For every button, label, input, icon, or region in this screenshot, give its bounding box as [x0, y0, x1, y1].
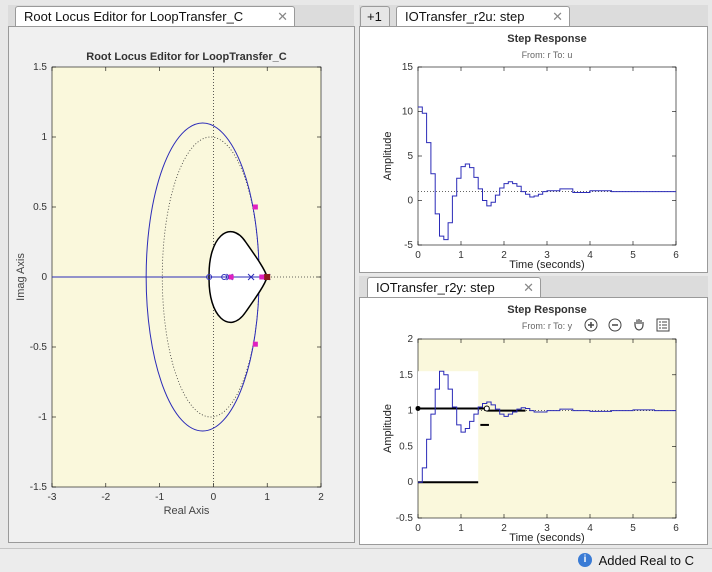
x-tick-label: 1: [264, 492, 270, 503]
closed-loop-pole-marker: [228, 274, 234, 280]
y-tick-label: 0: [407, 477, 413, 488]
chart-title: Root Locus Editor for LoopTransfer_C: [86, 51, 287, 63]
step-response-r2y-panel: Step Response From: r To: y 0 1 2 3 4 5 6 2 1.5 1 0.…: [359, 297, 708, 545]
x-tick-label: -3: [48, 492, 57, 503]
y-tick-label: 2: [407, 334, 413, 345]
x-tick-label: 1: [458, 523, 464, 534]
root-locus-chart[interactable]: Root Locus Editor for LoopTransfer_C -3 -2…: [9, 27, 354, 542]
x-tick-label: 1: [458, 250, 464, 261]
y-tick-label: 1: [407, 406, 413, 417]
chart-title: Step Response: [507, 304, 586, 316]
integrator-marker: [264, 274, 271, 280]
close-icon[interactable]: ✕: [552, 7, 563, 26]
y-tick-label: 0: [407, 196, 413, 207]
requirement-handle: [415, 405, 421, 411]
zoom-in-icon[interactable]: [584, 318, 598, 332]
tab-overflow-button[interactable]: +1: [360, 6, 390, 26]
overflow-label: +1: [367, 9, 382, 24]
x-tick-label: 5: [630, 523, 636, 534]
x-tick-label: 2: [501, 250, 507, 261]
chart-subtitle: From: r To: u: [522, 50, 573, 60]
y-tick-label: 0.5: [399, 441, 413, 452]
x-tick-label: -2: [101, 492, 110, 503]
closed-loop-pole-marker: [252, 341, 258, 347]
tab-iotransfer-r2y[interactable]: IOTransfer_r2y: step ✕: [367, 277, 541, 297]
y-tick-label: 5: [407, 151, 413, 162]
status-bar: i Added Real to C: [0, 548, 712, 572]
x-tick-label: -1: [155, 492, 164, 503]
root-locus-panel: Root Locus Editor for LoopTransfer_C -3 -2…: [8, 26, 355, 543]
tab-label: Root Locus Editor for LoopTransfer_C: [24, 9, 244, 24]
step-response-r2u-panel: Step Response From: r To: u 0 1 2 3 4 5 6 15 10 5 0-…: [359, 26, 708, 273]
x-tick-label: 4: [587, 250, 593, 261]
y-axis-label: Amplitude: [382, 132, 394, 181]
x-tick-label: 0: [415, 523, 421, 534]
step-response-r2y-chart[interactable]: Step ResponseFrom: r To: y0 1 2 3 4 5 621.510.…: [360, 298, 707, 544]
zoom-out-icon[interactable]: [608, 318, 622, 332]
x-tick-label: 6: [673, 250, 679, 261]
status-message: Added Real to C: [598, 553, 694, 568]
pan-hand-icon[interactable]: [632, 317, 646, 331]
close-icon[interactable]: ✕: [277, 7, 288, 26]
chart-subtitle: From: r To: y: [522, 321, 573, 331]
y-tick-label: -0.5: [396, 513, 414, 524]
y-tick-label: -1: [38, 412, 47, 423]
x-tick-label: 0: [415, 250, 421, 261]
x-axis-label: Real Axis: [164, 505, 210, 517]
x-axis-label: Time (seconds): [509, 532, 584, 544]
plot-area: [417, 66, 677, 246]
x-tick-label: 4: [587, 523, 593, 534]
tab-label: IOTransfer_r2u: step: [405, 9, 525, 24]
y-tick-label: 1: [41, 132, 47, 143]
y-axis-label: Imag Axis: [15, 253, 27, 301]
y-tick-label: 10: [402, 107, 414, 118]
y-tick-label: -0.5: [30, 342, 48, 353]
tab-label: IOTransfer_r2y: step: [376, 280, 495, 295]
y-axis-label: Amplitude: [382, 404, 394, 453]
tab-root-locus-editor[interactable]: Root Locus Editor for LoopTransfer_C ✕: [15, 6, 295, 26]
step-response-r2u-chart[interactable]: Step ResponseFrom: r To: u0 1 2 3 4 5 6151050-…: [360, 27, 707, 272]
y-tick-label: -1.5: [30, 482, 48, 493]
y-tick-label: 0.5: [33, 202, 47, 213]
x-tick-label: 2: [501, 523, 507, 534]
tab-iotransfer-r2u[interactable]: IOTransfer_r2u: step ✕: [396, 6, 570, 26]
y-tick-label: -5: [404, 240, 413, 251]
x-tick-label: 6: [673, 523, 679, 534]
x-tick-label: 2: [318, 492, 324, 503]
y-tick-label: 0: [41, 272, 47, 283]
closed-loop-pole-marker: [252, 204, 258, 210]
x-tick-label: 0: [211, 492, 217, 503]
y-tick-label: 15: [402, 62, 414, 73]
chart-title: Step Response: [507, 33, 586, 45]
x-axis-label: Time (seconds): [509, 259, 584, 271]
info-icon: i: [578, 553, 592, 567]
x-tick-label: 5: [630, 250, 636, 261]
requirement-handle: [483, 405, 490, 412]
legend-icon[interactable]: [656, 318, 670, 332]
y-tick-label: 1.5: [33, 62, 47, 73]
close-icon[interactable]: ✕: [523, 278, 534, 297]
y-tick-label: 1.5: [399, 370, 413, 381]
